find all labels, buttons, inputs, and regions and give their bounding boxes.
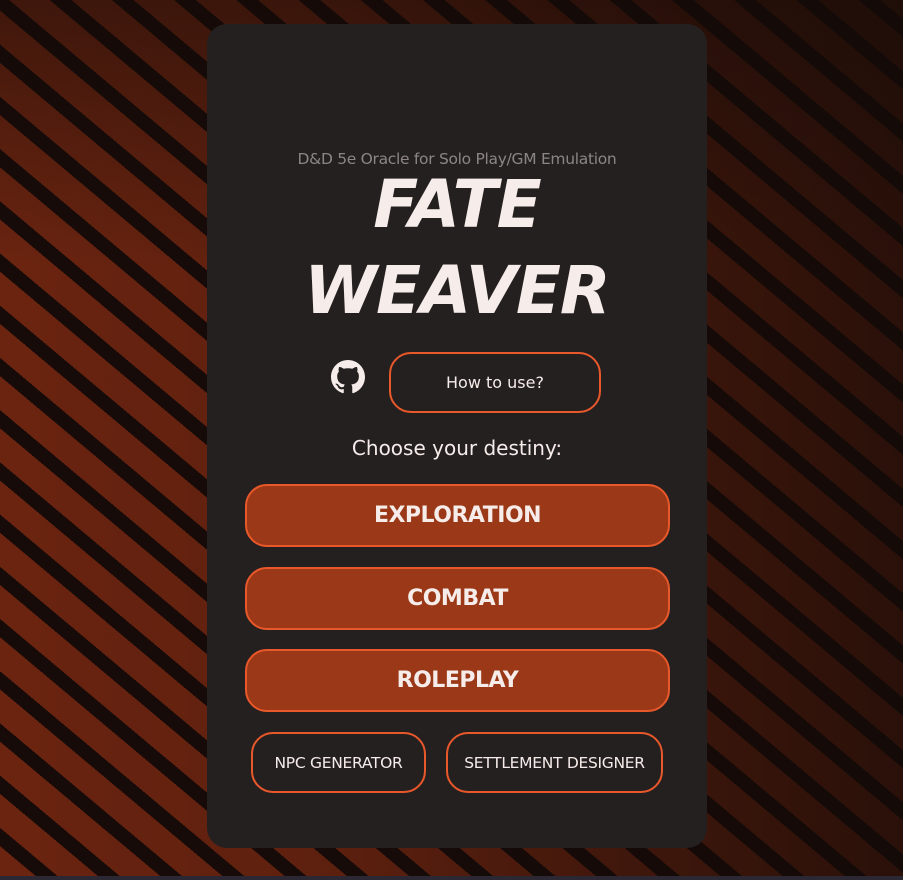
github-icon[interactable]	[331, 360, 365, 394]
bottom-strip	[0, 876, 903, 880]
app-title-line1: FATE	[373, 166, 541, 243]
oracle-card: D&D 5e Oracle for Solo Play/GM Emulation…	[207, 24, 707, 848]
roleplay-button[interactable]: ROLEPLAY	[245, 649, 670, 712]
npc-generator-button[interactable]: NPC GENERATOR	[251, 732, 426, 793]
combat-button[interactable]: COMBAT	[245, 567, 670, 630]
settlement-designer-button[interactable]: SETTLEMENT DESIGNER	[446, 732, 663, 793]
how-to-use-button[interactable]: How to use?	[389, 352, 601, 413]
exploration-button[interactable]: EXPLORATION	[245, 484, 670, 547]
choose-destiny-label: Choose your destiny:	[351, 436, 563, 460]
app-title-line2: WEAVER	[304, 252, 610, 329]
